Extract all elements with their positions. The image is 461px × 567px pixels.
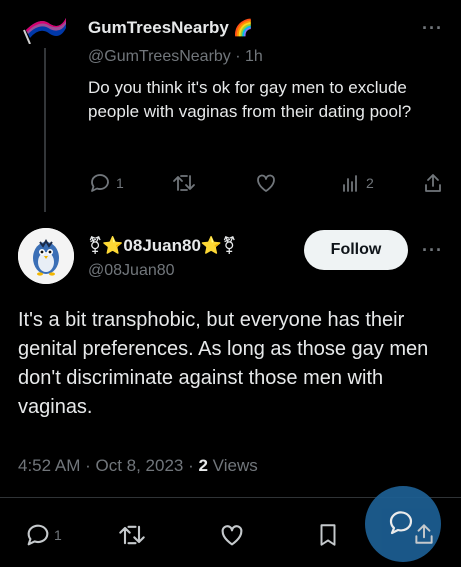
bookmark-icon [320, 524, 336, 546]
penguin-avatar-image [18, 228, 74, 284]
parent-handle-line: @GumTreesNearby · 1h [88, 48, 263, 66]
parent-time[interactable]: 1h [245, 48, 263, 65]
thread-connector-line [44, 48, 46, 212]
parent-retweet-action[interactable] [172, 172, 196, 199]
views-count: 2 [198, 456, 208, 475]
reply-icon [27, 524, 49, 546]
share-icon [425, 174, 441, 192]
main-like-action[interactable] [218, 522, 246, 553]
parent-tweet-text: Do you think it's ok for gay men to excl… [88, 78, 412, 121]
main-reply-action[interactable]: 1 [24, 522, 62, 548]
retweet-icon [119, 525, 145, 545]
parent-reply-action[interactable]: 1 [88, 172, 124, 194]
main-display-name[interactable]: ⚧⭐08Juan80⭐⚧ [88, 236, 236, 256]
like-icon [221, 525, 243, 546]
retweet-icon [173, 175, 195, 191]
parent-more-icon[interactable]: ··· [422, 18, 443, 39]
main-bookmark-action[interactable] [316, 522, 340, 553]
main-share-action[interactable] [412, 522, 436, 551]
parent-handle[interactable]: @GumTreesNearby [88, 48, 231, 65]
tweet-meta: 4:52 AM · Oct 8, 2023 · 2 Views [18, 456, 258, 476]
main-handle[interactable]: @08Juan80 [88, 262, 175, 280]
bi-flag-avatar[interactable] [20, 0, 68, 44]
main-more-icon[interactable]: ··· [422, 240, 443, 261]
main-tweet-text: It's a bit transphobic, but everyone has… [18, 309, 429, 418]
parent-display-name[interactable]: GumTreesNearby [88, 18, 229, 37]
share-icon [415, 524, 433, 544]
rainbow-emoji: 🌈 [233, 20, 254, 37]
parent-share-action[interactable] [422, 172, 444, 199]
parent-reply-count: 1 [116, 175, 124, 191]
views-icon [343, 175, 357, 192]
parent-views-action[interactable]: 2 [340, 172, 374, 194]
follow-button[interactable]: Follow [304, 230, 408, 270]
views-label: Views [207, 456, 258, 475]
like-icon [257, 174, 275, 192]
main-reply-count: 1 [54, 527, 62, 543]
juan-avatar[interactable] [18, 228, 74, 284]
reply-icon [91, 174, 109, 192]
parent-view-count: 2 [366, 175, 374, 191]
timestamp[interactable]: 4:52 AM · Oct 8, 2023 · [18, 456, 198, 475]
parent-like-action[interactable] [254, 172, 278, 199]
main-retweet-action[interactable] [118, 522, 146, 553]
separator: · [235, 48, 241, 65]
parent-author-line: GumTreesNearby 🌈 [88, 18, 253, 38]
